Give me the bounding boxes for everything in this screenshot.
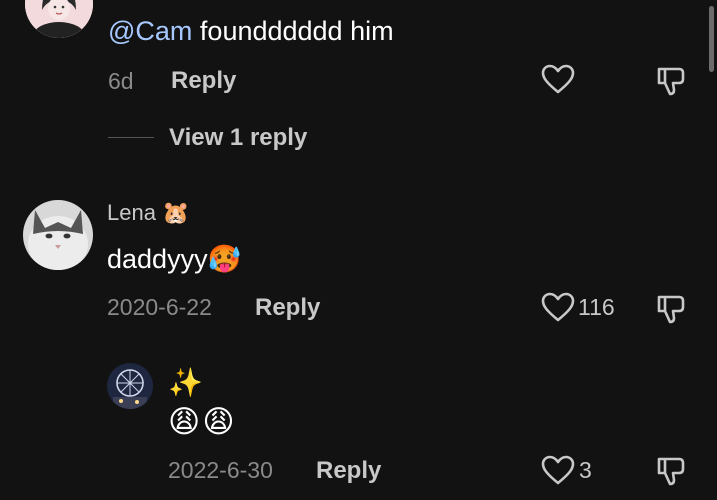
dislike-icon[interactable] <box>655 293 687 325</box>
comment-time: 6d <box>108 68 134 94</box>
reply-button[interactable]: Reply <box>316 457 381 485</box>
reply-avatar[interactable] <box>107 363 153 409</box>
comment-username[interactable]: Lena 🐹 <box>107 200 189 226</box>
reply-button[interactable]: Reply <box>171 67 236 95</box>
view-replies-button[interactable]: View 1 reply <box>169 124 307 152</box>
view-replies-divider <box>108 137 154 138</box>
comment-text: daddyyy🥵 <box>107 244 242 274</box>
commenter-avatar[interactable] <box>23 200 93 270</box>
dislike-icon[interactable] <box>655 65 687 97</box>
like-count: 3 <box>579 457 592 483</box>
reply-text-line2: 😩😩 <box>168 404 237 439</box>
reply-button[interactable]: Reply <box>255 294 320 322</box>
dislike-icon[interactable] <box>655 455 687 487</box>
heart-icon[interactable] <box>541 292 575 324</box>
reply-text-line1: ✨ <box>168 367 203 398</box>
commenter-avatar[interactable] <box>25 0 93 38</box>
comment-time: 2020-6-22 <box>107 294 212 320</box>
hamster-emoji: 🐹 <box>162 200 190 225</box>
reply-time: 2022-6-30 <box>168 457 273 483</box>
mention-link[interactable]: @Cam <box>108 16 192 46</box>
heart-icon[interactable] <box>541 455 575 487</box>
like-count: 116 <box>578 294 615 320</box>
scrollbar[interactable] <box>709 6 714 72</box>
comment-text: @Cam foundddddd him <box>108 16 394 46</box>
heart-icon[interactable] <box>541 64 575 96</box>
